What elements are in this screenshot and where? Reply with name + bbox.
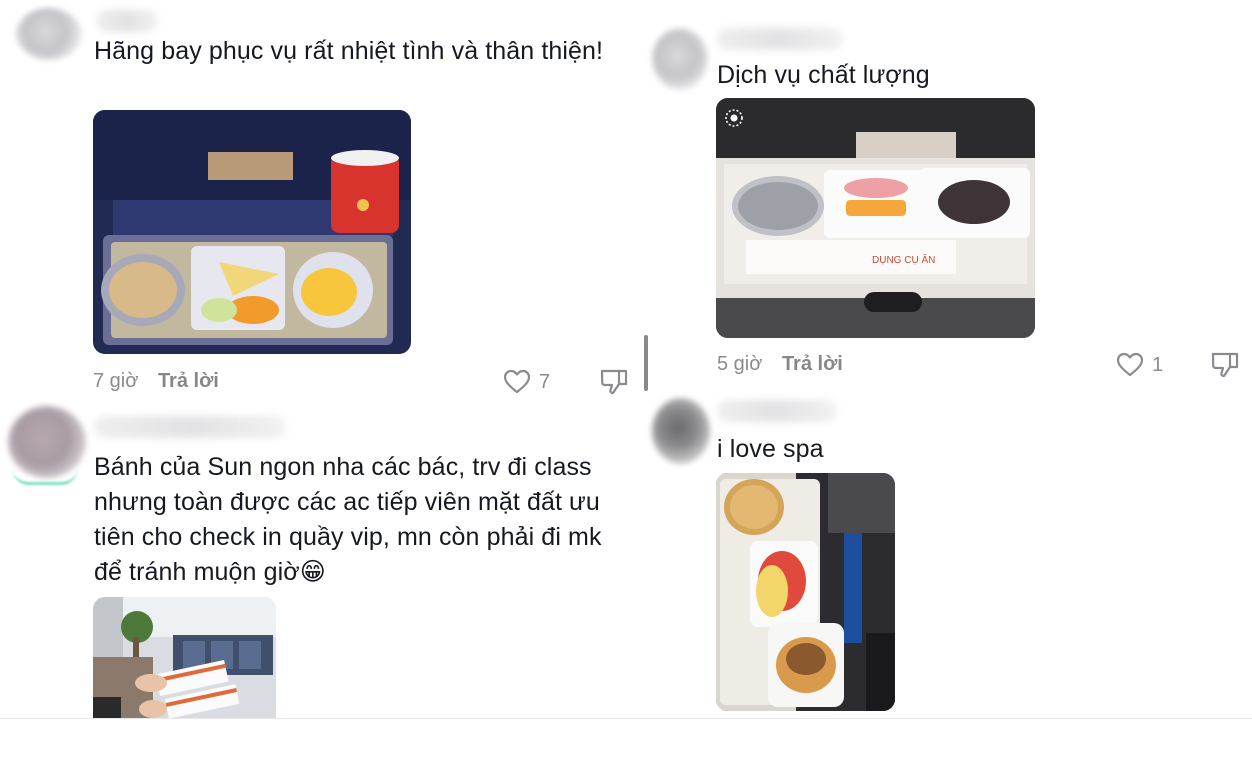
comment-text: Dịch vụ chất lượng: [717, 61, 930, 89]
meal-tray-photo-2: DỤNG CỤ ĂN: [716, 98, 1035, 338]
thumbs-down-outline-icon: [1211, 352, 1239, 378]
scrollbar-handle[interactable]: [644, 335, 648, 391]
avatar[interactable]: [16, 8, 82, 60]
comment-text: Hãng bay phục vụ rất nhiệt tình và thân …: [94, 37, 604, 65]
heart-outline-icon: [1116, 352, 1144, 377]
comment-photo[interactable]: [93, 110, 411, 354]
like-count: 7: [539, 370, 551, 393]
bottom-divider: [0, 718, 1252, 719]
comment-photo[interactable]: [716, 473, 895, 711]
dislike-button[interactable]: [599, 368, 629, 396]
reply-button[interactable]: Trả lời: [782, 353, 843, 375]
avatar[interactable]: [652, 398, 710, 464]
thumbs-down-outline-icon: [600, 369, 628, 395]
comment-photo[interactable]: DỤNG CỤ ĂN: [716, 98, 1035, 338]
heart-outline-icon: [503, 369, 531, 394]
comment-meta: 7 giờ Trả lời: [93, 370, 219, 393]
photo-caption: DỤNG CỤ ĂN: [872, 253, 935, 266]
like-button[interactable]: 1: [1116, 352, 1163, 378]
username-blurred[interactable]: [94, 416, 286, 438]
snack-tray-photo: [716, 473, 895, 711]
like-button[interactable]: 7: [503, 369, 550, 395]
username-blurred[interactable]: [96, 10, 158, 32]
meal-tray-photo-1: [93, 110, 411, 354]
reply-button[interactable]: Trả lời: [158, 370, 219, 392]
like-count: 1: [1152, 353, 1164, 376]
avatar-ring: [12, 468, 78, 485]
comment-time: 5 giờ: [717, 353, 763, 375]
comment-text: i love spa: [717, 435, 824, 463]
avatar[interactable]: [652, 28, 708, 90]
comment-text: Bánh của Sun ngon nha các bác, trv đi cl…: [94, 453, 602, 586]
comment-time: 7 giờ: [93, 370, 139, 392]
boarding-pass-photo: [93, 597, 276, 719]
comment-photo[interactable]: [93, 597, 276, 719]
username-blurred[interactable]: [717, 28, 843, 50]
comment-meta: 5 giờ Trả lời: [717, 353, 843, 376]
username-blurred[interactable]: [717, 400, 837, 422]
dislike-button[interactable]: [1210, 351, 1240, 379]
